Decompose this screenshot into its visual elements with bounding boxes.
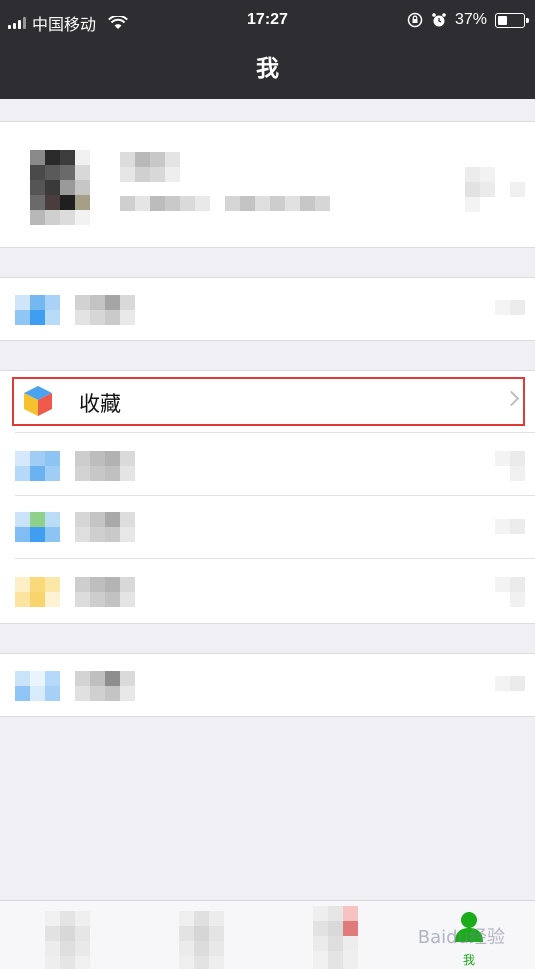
menu-row-wallet[interactable] [0,278,535,340]
battery-percent: 37% [454,11,487,28]
battery-icon [495,12,529,28]
row-divider [15,558,535,559]
chevron-right-icon [495,577,525,607]
menu-row-cards[interactable] [0,497,535,559]
page-title: 我 [256,55,279,81]
emoji-label-blurred [75,577,135,607]
baidu-watermark: Baidu经验 [417,927,505,948]
orientation-lock-icon [407,12,423,28]
row-divider [15,495,535,496]
tab-discover[interactable] [268,901,402,969]
emoji-icon [15,577,60,607]
section-settings [0,653,535,717]
cards-icon [15,512,60,542]
chevron-right-icon [495,519,525,539]
tab-discover-icon [313,906,358,969]
wallet-label-blurred [75,295,135,325]
menu-row-settings[interactable] [0,654,535,716]
profile-card[interactable] [0,121,535,248]
menu-row-album[interactable] [0,434,535,496]
album-icon [15,451,60,481]
avatar[interactable] [30,150,90,225]
settings-icon [15,671,60,701]
chevron-right-icon [495,300,525,320]
profile-id-blurred [120,196,330,211]
alarm-icon [432,13,446,27]
settings-label-blurred [75,671,135,701]
tab-me-label: 我 [462,953,475,967]
tab-bar: 我 Baidu经验 [0,900,535,969]
section-wallet [0,277,535,341]
wallet-icon [15,295,60,325]
profile-name-blurred [120,152,180,182]
tab-contacts[interactable] [134,901,268,969]
album-label-blurred [75,451,135,481]
chevron-right-icon [495,451,525,481]
nav-bar: 我 [0,42,535,99]
tab-chats[interactable] [0,901,134,969]
qr-code-icon[interactable] [465,167,525,212]
status-right: 37% [407,11,529,29]
tab-chats-icon [45,911,90,969]
highlight-box [12,377,525,426]
menu-row-emoji[interactable] [0,560,535,622]
tab-contacts-icon [179,911,224,969]
row-divider [15,432,535,433]
cards-label-blurred [75,512,135,542]
status-bar: 中国移动 17:27 37% [0,0,535,42]
chevron-right-icon [495,676,525,696]
